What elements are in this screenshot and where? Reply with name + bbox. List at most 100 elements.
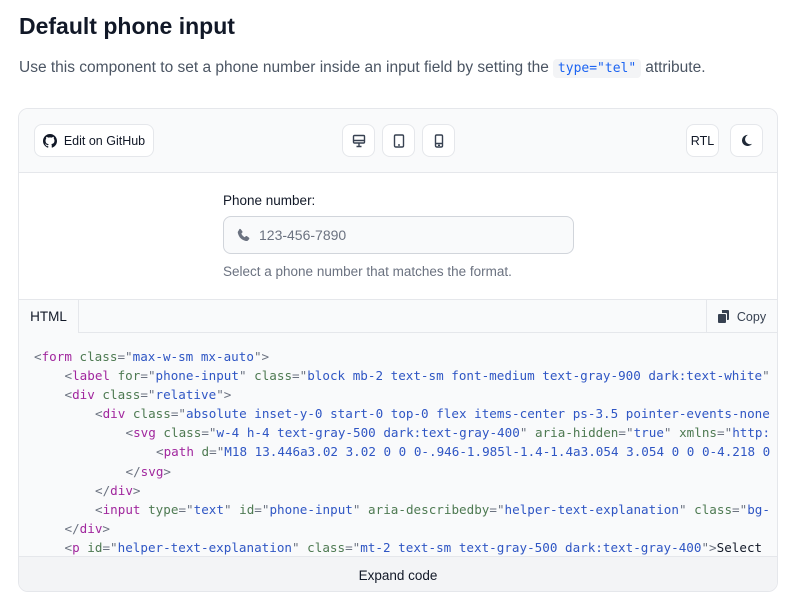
code-token: mt-2 text-sm text-gray-500 dark:text-gra… <box>360 539 702 555</box>
code-token: </ <box>125 463 141 479</box>
tablet-view-button[interactable] <box>382 124 415 157</box>
phone-number-label: Phone number: <box>223 193 316 208</box>
rtl-label: RTL <box>690 133 715 148</box>
code-token: > <box>102 520 111 536</box>
helper-text: Select a phone number that matches the f… <box>223 264 512 279</box>
code-token: </ <box>64 520 80 536</box>
code-token: =" <box>345 539 361 555</box>
code-token: < <box>34 349 42 364</box>
code-token: < <box>95 406 103 422</box>
code-token: class <box>686 501 733 517</box>
code-line: <form class="max-w-sm mx-auto"> <box>34 347 777 366</box>
code-token: < <box>64 539 73 555</box>
tablet-icon <box>393 133 404 148</box>
tab-html[interactable]: HTML <box>19 300 79 333</box>
github-label: Edit on GitHub <box>63 133 146 148</box>
code-token: =" <box>254 501 270 517</box>
code-header: HTML Copy <box>19 299 777 333</box>
code-token: =" <box>292 368 308 384</box>
code-token: label <box>72 368 111 384</box>
code-token: class <box>94 387 141 403</box>
code-token: d <box>193 444 210 460</box>
description-text-end: attribute. <box>645 59 706 76</box>
expand-code-button[interactable]: Expand code <box>19 556 777 591</box>
code-token: block mb-2 text-sm font-medium text-gray… <box>307 368 763 384</box>
code-token: =" <box>117 349 133 364</box>
desktop-view-button[interactable] <box>342 124 375 157</box>
code-line: </svg> <box>34 462 777 481</box>
code-token: =" <box>170 406 187 422</box>
code-line: <p id="helper-text-explanation" class="m… <box>34 538 777 556</box>
code-token: bg- <box>747 501 770 517</box>
code-token: path <box>163 444 194 460</box>
code-block: <form class="max-w-sm mx-auto"> <label fo… <box>19 333 777 556</box>
code-token: =" <box>618 425 634 441</box>
phone-icon <box>237 228 250 241</box>
code-token: true <box>633 425 664 441</box>
code-token: =" <box>489 501 505 517</box>
code-token: < <box>95 501 103 517</box>
code-token: =" <box>102 539 118 555</box>
code-token: text <box>193 501 224 517</box>
code-token: " <box>762 368 770 384</box>
copy-label: Copy <box>736 309 767 324</box>
code-token: < <box>125 425 134 441</box>
code-token: =" <box>178 501 194 517</box>
code-token: "> <box>216 387 232 403</box>
code-token: class <box>71 349 118 364</box>
description-text: Use this component to set a phone number… <box>19 59 549 76</box>
component-preview: Phone number: Select a phone number that… <box>19 173 777 299</box>
code-token: div <box>102 406 126 422</box>
code-token: "> <box>701 539 717 555</box>
code-token: > <box>132 482 141 498</box>
code-token: id <box>231 501 255 517</box>
code-token: class <box>125 406 171 422</box>
code-token: xmlns <box>671 425 718 441</box>
code-token: class <box>299 539 346 555</box>
code-token: M18 13.446a3.02 3.02 0 0 0-.946-1.985l-1… <box>224 444 771 460</box>
code-token: </ <box>95 482 111 498</box>
code-token: =" <box>717 425 733 441</box>
code-token: "> <box>253 349 270 364</box>
code-token: " <box>223 501 232 517</box>
code-token: helper-text-explanation <box>504 501 679 517</box>
code-token: form <box>41 349 72 364</box>
code-token: =" <box>140 387 156 403</box>
code-token: http: <box>732 425 771 441</box>
github-icon <box>42 133 57 148</box>
code-line: <input type="text" id="phone-input" aria… <box>34 500 777 519</box>
code-token: id <box>79 539 103 555</box>
copy-code-button[interactable]: Copy <box>706 300 777 333</box>
moon-icon <box>741 134 753 147</box>
code-line: <svg class="w-4 h-4 text-gray-500 dark:t… <box>34 423 777 442</box>
inline-code: type="tel" <box>552 59 642 78</box>
code-line: </div> <box>34 481 777 500</box>
code-token: input <box>102 501 141 517</box>
page-description: Use this component to set a phone number… <box>19 59 706 78</box>
code-token: aria-hidden <box>527 425 619 441</box>
code-line: <div class="absolute inset-y-0 start-0 t… <box>34 404 777 423</box>
example-toolbar: Edit on GitHub RTL <box>19 109 777 173</box>
code-token: =" <box>201 425 217 441</box>
code-token: class <box>155 425 202 441</box>
mobile-view-button[interactable] <box>422 124 455 157</box>
code-token: relative <box>155 387 217 403</box>
code-line: </div> <box>34 519 777 538</box>
mobile-icon <box>434 133 443 148</box>
edit-on-github-button[interactable]: Edit on GitHub <box>34 124 154 157</box>
rtl-toggle-button[interactable]: RTL <box>686 124 719 157</box>
phone-input-wrapper <box>223 216 574 254</box>
phone-input[interactable] <box>259 227 559 243</box>
code-token: < <box>64 368 73 384</box>
code-token: " <box>663 425 672 441</box>
code-line: <div class="relative"> <box>34 385 777 404</box>
code-token: =" <box>209 444 225 460</box>
dark-mode-toggle-button[interactable] <box>730 124 763 157</box>
code-token: > <box>163 463 172 479</box>
code-token: w-4 h-4 text-gray-500 dark:text-gray-400 <box>216 425 520 441</box>
code-token: < <box>156 444 164 460</box>
code-token: " <box>678 501 687 517</box>
code-line: <path d="M18 13.446a3.02 3.02 0 0 0-.946… <box>34 442 777 461</box>
code-token: helper-text-explanation <box>117 539 292 555</box>
code-token: < <box>64 387 73 403</box>
